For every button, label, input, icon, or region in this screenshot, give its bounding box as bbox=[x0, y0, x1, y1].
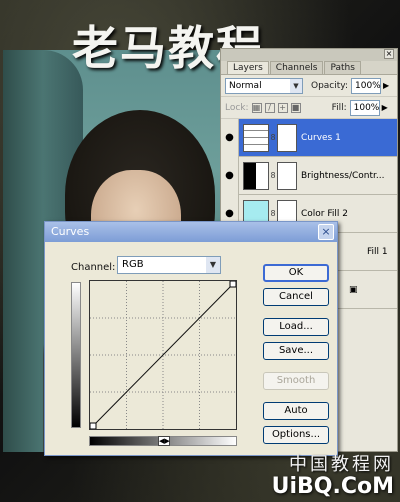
opacity-value: 100% bbox=[355, 80, 381, 91]
curve-graph[interactable] bbox=[89, 280, 237, 430]
chain-icon[interactable]: 8 bbox=[269, 133, 277, 142]
eye-icon[interactable]: ● bbox=[221, 118, 239, 157]
lock-transparent-icon[interactable]: ▦ bbox=[251, 102, 262, 113]
layer-name: Curves 1 bbox=[301, 132, 341, 143]
layer-item-brightness[interactable]: ● 8 Brightness/Contr... bbox=[221, 156, 397, 195]
chevron-down-icon: ▼ bbox=[206, 257, 220, 273]
channel-select[interactable]: RGB ▼ bbox=[117, 256, 221, 274]
output-gradient-bar bbox=[71, 282, 81, 428]
tab-paths[interactable]: Paths bbox=[324, 61, 361, 74]
fill-value: 100% bbox=[353, 102, 380, 113]
save-button[interactable]: Save... bbox=[263, 342, 329, 360]
close-icon[interactable]: × bbox=[318, 224, 334, 240]
blend-mode-value: Normal bbox=[229, 80, 262, 91]
layers-panel-titlebar: × bbox=[221, 49, 397, 61]
layer-name: Fill 1 bbox=[367, 246, 388, 257]
layer-name: Color Fill 2 bbox=[301, 208, 348, 219]
chain-icon[interactable]: 8 bbox=[269, 171, 277, 180]
channel-value: RGB bbox=[122, 259, 144, 270]
opacity-field[interactable]: 100% bbox=[351, 77, 381, 94]
input-gradient-bar: ◀▶ bbox=[89, 436, 237, 446]
blend-mode-select[interactable]: Normal ▼ bbox=[225, 77, 303, 94]
close-icon[interactable]: × bbox=[384, 49, 394, 59]
chain-icon[interactable]: 8 bbox=[269, 209, 277, 218]
options-button[interactable]: Options... bbox=[263, 426, 329, 444]
flip-gradient-icon[interactable]: ◀▶ bbox=[158, 436, 170, 446]
lock-label: Lock: bbox=[225, 102, 249, 113]
curve-graph-svg bbox=[89, 280, 237, 430]
chevron-right-icon[interactable]: ▶ bbox=[383, 81, 389, 90]
tab-channels[interactable]: Channels bbox=[269, 61, 324, 74]
channel-label: Channel: bbox=[71, 262, 116, 273]
layer-mask-thumbnail[interactable] bbox=[277, 123, 297, 152]
layer-mask-thumbnail[interactable] bbox=[277, 161, 297, 190]
smooth-button[interactable]: Smooth bbox=[263, 372, 329, 390]
eye-icon[interactable]: ● bbox=[221, 156, 239, 195]
curve-point-end[interactable] bbox=[229, 280, 237, 288]
curves-titlebar[interactable]: Curves × bbox=[45, 222, 337, 242]
layer-item-curves[interactable]: ● 8 Curves 1 bbox=[221, 118, 397, 157]
curves-dialog: Curves × Channel: RGB ▼ ◀▶ OK Cancel Loa… bbox=[44, 221, 338, 456]
opacity-label: Opacity: bbox=[311, 80, 348, 91]
brightness-thumbnail bbox=[243, 161, 269, 190]
lock-move-icon[interactable]: + bbox=[277, 102, 288, 113]
load-button[interactable]: Load... bbox=[263, 318, 329, 336]
curves-thumbnail bbox=[243, 123, 269, 152]
bottom-watermark: 中国教程网 UiBQ.CoM bbox=[272, 450, 394, 498]
watermark-en: UiBQ.CoM bbox=[271, 474, 394, 499]
dialog-title: Curves bbox=[51, 225, 90, 238]
lock-brush-icon[interactable]: / bbox=[264, 102, 275, 113]
curve-point-start[interactable] bbox=[89, 422, 97, 430]
watermark-cn: 中国教程网 bbox=[289, 454, 394, 475]
chevron-right-icon[interactable]: ▶ bbox=[382, 103, 388, 112]
auto-button[interactable]: Auto bbox=[263, 402, 329, 420]
tab-layers[interactable]: Layers bbox=[227, 61, 269, 74]
layer-name: Brightness/Contr... bbox=[301, 170, 385, 181]
cancel-button[interactable]: Cancel bbox=[263, 288, 329, 306]
chevron-down-icon: ▼ bbox=[290, 78, 302, 93]
ok-button[interactable]: OK bbox=[263, 264, 329, 282]
lock-all-icon[interactable]: ■ bbox=[290, 102, 301, 113]
fill-field[interactable]: 100% bbox=[349, 99, 380, 116]
layers-panel-tabs: Layers Channels Paths bbox=[221, 61, 397, 75]
fill-label: Fill: bbox=[331, 102, 347, 113]
lock-icon: ▣ bbox=[349, 284, 358, 295]
lock-fill-row: Lock: ▦ / + ■ Fill: 100% ▶ bbox=[221, 97, 397, 119]
blend-opacity-row: Normal ▼ Opacity: 100% ▶ bbox=[221, 75, 397, 97]
